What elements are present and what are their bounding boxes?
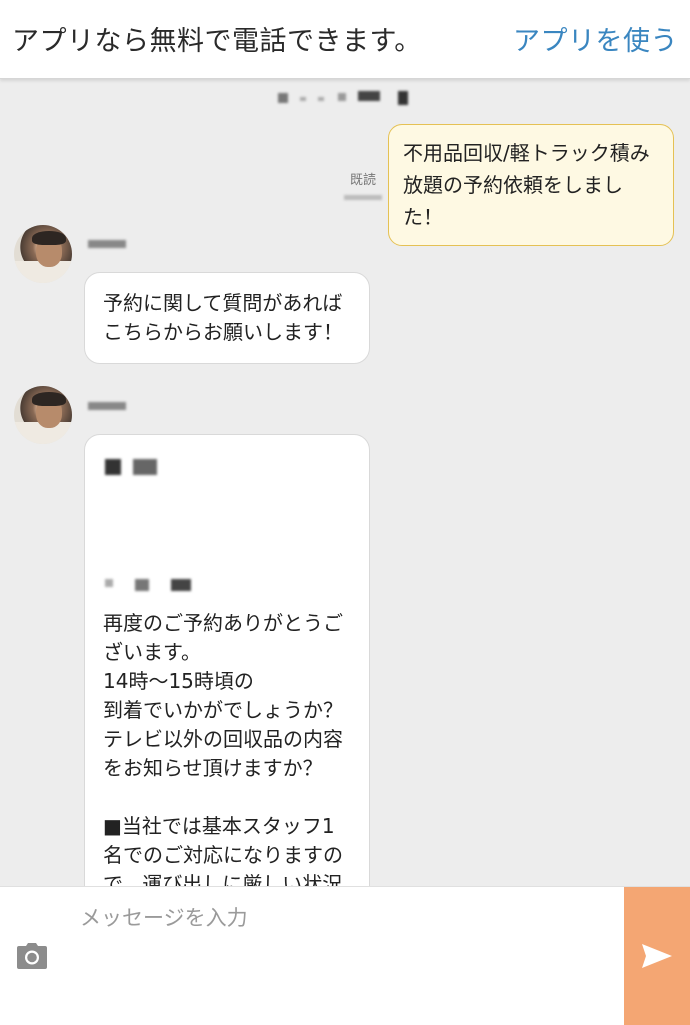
send-button[interactable] [624, 887, 690, 1025]
sender-name-blurred [88, 399, 128, 413]
outgoing-message: 不用品回収/軽トラック積み 放題の予約依頼をしました！ [388, 124, 674, 246]
send-icon [642, 944, 672, 968]
message-input[interactable] [78, 897, 602, 939]
camera-icon[interactable] [16, 942, 48, 970]
sender-name-blurred [88, 237, 128, 251]
use-app-link[interactable]: アプリを使う [513, 19, 678, 58]
incoming-message: 予約に関して質問があれば こちらからお願いします！ [84, 272, 370, 364]
message-composer [0, 886, 690, 1025]
chat-thread[interactable]: 不用品回収/軽トラック積み 放題の予約依頼をしました！ 既読 予約に関して質問が… [0, 79, 690, 886]
promo-banner: アプリなら無料で電話できます。 アプリを使う [0, 0, 690, 79]
date-blurred [105, 575, 205, 593]
outgoing-time-blurred [344, 191, 384, 203]
sender-avatar[interactable] [14, 225, 72, 283]
sender-avatar[interactable] [14, 386, 72, 444]
app-promo-text: アプリなら無料で電話できます。 [12, 26, 422, 57]
read-receipt: 既読 [350, 173, 377, 188]
incoming-message: 再度のご予約ありがとうご ざいます。 14時〜15時頃の 到着でいかがでしょうか… [84, 434, 370, 886]
customer-name-blurred [105, 457, 161, 477]
date-separator-blurred [278, 87, 412, 107]
